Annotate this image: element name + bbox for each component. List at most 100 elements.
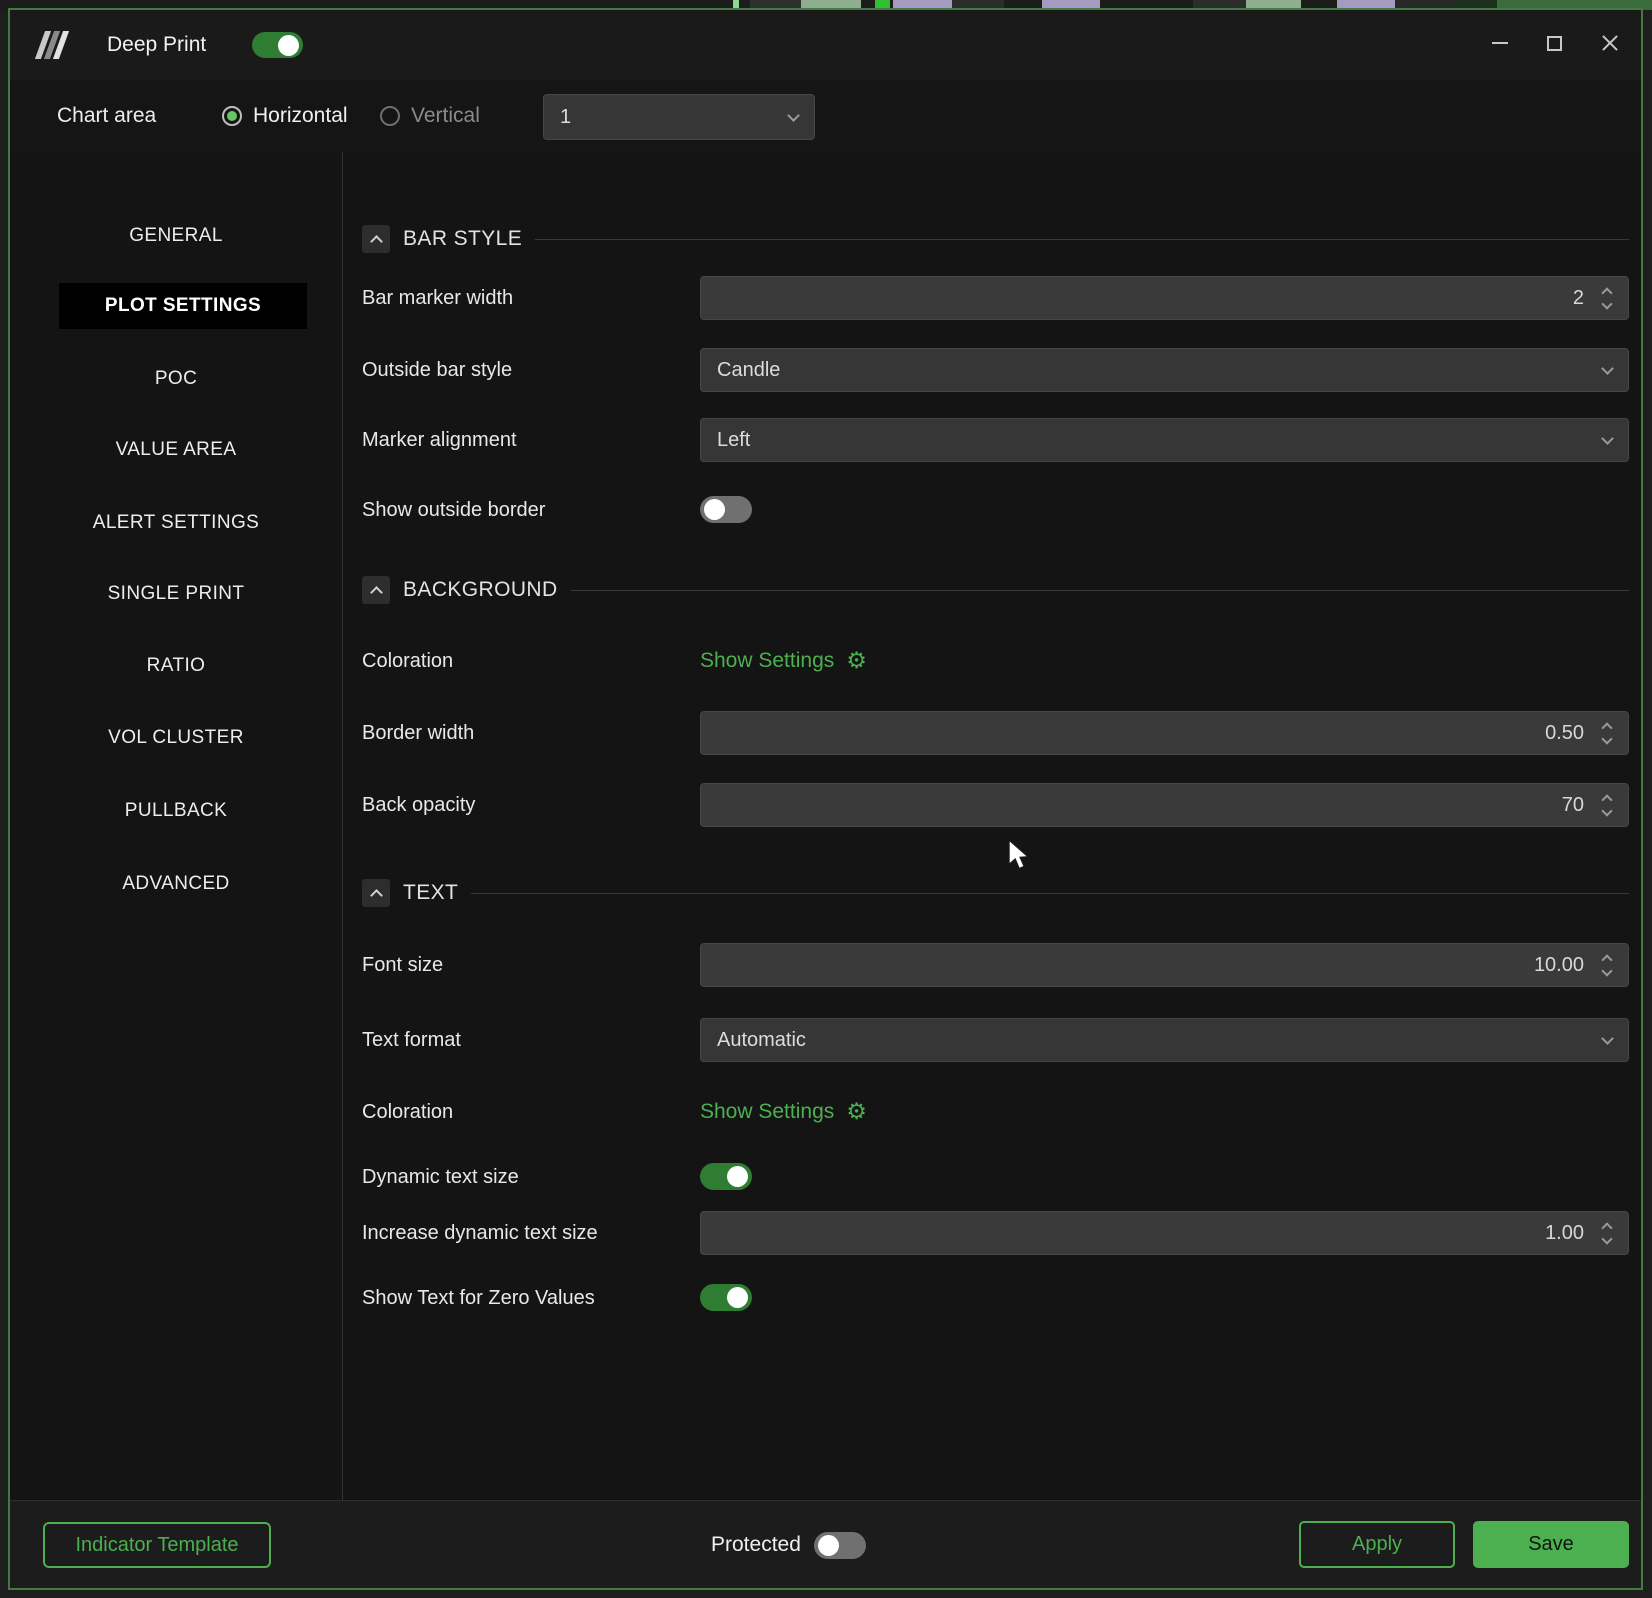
sidebar-item-advanced[interactable]: ADVANCED [10,866,342,902]
chart-area-row: Chart area Horizontal Vertical 1 [10,80,1641,152]
background-coloration-settings-link[interactable]: Show Settings ⚙ [700,647,867,675]
protected-group: Protected [711,1522,866,1568]
input-value: 1.00 [1545,1221,1584,1244]
chevron-up-icon [1601,286,1613,299]
row-outside-bar-style: Outside bar style Candle [362,348,1629,392]
chevron-down-icon [1601,1031,1614,1045]
chevron-down-icon [1601,1232,1613,1245]
row-label: Border width [362,721,475,744]
sidebar-item-plot-settings[interactable]: PLOT SETTINGS [59,283,307,329]
chevron-down-icon [1601,361,1614,375]
chevron-down-icon [1601,297,1613,310]
show-text-zero-values-toggle[interactable] [700,1284,752,1311]
chevron-up-icon [369,234,383,248]
gear-icon: ⚙ [846,1098,867,1125]
input-value: 2 [1572,286,1584,309]
spinner-icon[interactable] [1596,1221,1618,1245]
close-button[interactable] [1590,23,1630,63]
select-value: Candle [717,358,781,381]
chevron-down-icon [1601,431,1614,445]
border-width-input[interactable]: 0.50 [700,711,1629,755]
sidebar-item-alert-settings[interactable]: ALERT SETTINGS [10,505,342,541]
gear-icon: ⚙ [846,647,867,674]
section-header-text: TEXT [362,878,1629,908]
input-value: 70 [1561,793,1584,816]
show-settings-link: Show Settings [700,1100,835,1123]
toggle-knob [817,1534,839,1556]
row-label: Dynamic text size [362,1165,519,1188]
marker-alignment-select[interactable]: Left [700,418,1629,462]
maximize-button[interactable] [1534,23,1574,63]
spinner-icon[interactable] [1596,721,1618,745]
chevron-down-icon [787,108,800,122]
row-show-outside-border: Show outside border [362,496,1629,524]
indicator-template-button[interactable]: Indicator Template [43,1522,271,1568]
font-size-input[interactable]: 10.00 [700,943,1629,987]
spinner-icon[interactable] [1596,286,1618,310]
sidebar-item-ratio[interactable]: RATIO [10,648,342,684]
row-font-size: Font size 10.00 [362,943,1629,987]
row-increase-dynamic-text-size: Increase dynamic text size 1.00 [362,1211,1629,1255]
footer-bar: Indicator Template Protected Apply Save [10,1500,1641,1588]
minimize-button[interactable] [1480,23,1520,63]
window-title: Deep Print [107,33,207,56]
section-header-bar-style: BAR STYLE [362,224,1629,254]
row-text-format: Text format Automatic [362,1018,1629,1062]
sidebar-item-single-print[interactable]: SINGLE PRINT [10,576,342,612]
collapse-button[interactable] [362,576,390,604]
row-back-opacity: Back opacity 70 [362,783,1629,827]
outside-bar-style-select[interactable]: Candle [700,348,1629,392]
row-label: Bar marker width [362,286,514,309]
spinner-icon[interactable] [1596,793,1618,817]
screen: Deep Print Chart area Horizontal Vertica… [0,0,1652,1598]
chevron-down-icon [1601,964,1613,977]
radio-horizontal-label: Horizontal [253,104,348,127]
sidebar-item-pullback[interactable]: PULLBACK [10,793,342,829]
input-value: 10.00 [1533,953,1584,976]
save-button[interactable]: Save [1473,1521,1629,1568]
back-opacity-input[interactable]: 70 [700,783,1629,827]
radio-horizontal[interactable]: Horizontal [222,80,348,152]
section-rule [570,589,1629,591]
chevron-down-icon [1601,732,1613,745]
increase-dynamic-text-size-input[interactable]: 1.00 [700,1211,1629,1255]
indicator-enabled-toggle[interactable] [252,32,303,58]
sidebar-item-general[interactable]: GENERAL [10,218,342,254]
row-show-text-zero-values: Show Text for Zero Values [362,1284,1629,1312]
show-outside-border-toggle[interactable] [700,496,752,523]
sidebar-item-poc[interactable]: POC [10,361,342,397]
radio-vertical-label: Vertical [411,104,480,127]
spinner-icon[interactable] [1596,953,1618,977]
chart-area-label: Chart area [57,104,157,127]
row-label: Coloration [362,1100,454,1123]
section-header-background: BACKGROUND [362,575,1629,605]
sidebar-item-value-area[interactable]: VALUE AREA [10,432,342,468]
section-title: BAR STYLE [403,227,523,250]
text-coloration-settings-link[interactable]: Show Settings ⚙ [700,1098,867,1126]
chevron-down-icon [1601,804,1613,817]
sidebar-divider [342,152,343,1500]
row-marker-alignment: Marker alignment Left [362,418,1629,462]
section-title: TEXT [403,881,459,904]
bar-marker-width-input[interactable]: 2 [700,276,1629,320]
chart-area-select[interactable]: 1 [543,94,815,140]
row-label: Font size [362,953,444,976]
text-format-select[interactable]: Automatic [700,1018,1629,1062]
radio-icon [380,106,400,126]
dynamic-text-size-toggle[interactable] [700,1163,752,1190]
section-rule [471,892,1629,894]
row-label: Text format [362,1028,461,1051]
row-label: Show outside border [362,498,546,521]
chevron-up-icon [1601,721,1613,734]
input-value: 0.50 [1545,721,1584,744]
select-value: Automatic [717,1028,806,1051]
deep-print-dialog: Deep Print Chart area Horizontal Vertica… [8,8,1643,1590]
apply-button[interactable]: Apply [1299,1521,1455,1568]
sidebar-item-vol-cluster[interactable]: VOL CLUSTER [10,720,342,756]
radio-vertical[interactable]: Vertical [380,80,480,152]
collapse-button[interactable] [362,879,390,907]
row-label: Coloration [362,649,454,672]
protected-toggle[interactable] [813,1531,866,1559]
collapse-button[interactable] [362,225,390,253]
row-label: Show Text for Zero Values [362,1286,595,1309]
